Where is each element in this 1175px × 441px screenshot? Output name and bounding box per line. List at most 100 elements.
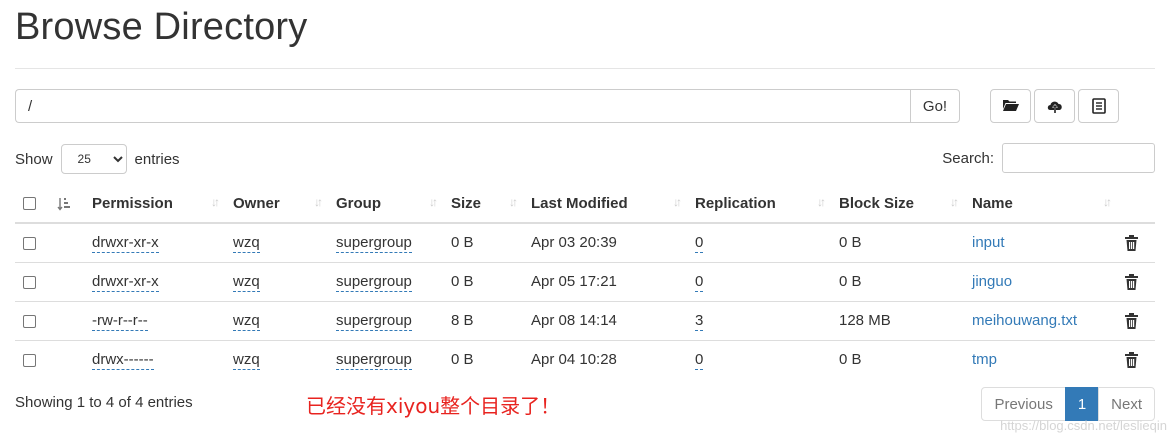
block-size-cell: 128 MB [831, 300, 964, 340]
row-checkbox[interactable] [23, 236, 36, 250]
row-checkbox[interactable] [23, 314, 36, 328]
page-length-control: Show 25 entries [15, 144, 180, 174]
replication-value[interactable]: 0 [695, 273, 704, 292]
row-spacer-cell [49, 300, 84, 340]
sort-arrows-icon: ↓↑ [950, 195, 959, 209]
sort-arrows-icon: ↓↑ [509, 195, 518, 209]
trash-icon[interactable] [1125, 274, 1138, 291]
group-value[interactable]: supergroup [336, 234, 412, 254]
name-cell: tmp [964, 339, 1117, 379]
header-permission-label: Permission [92, 194, 173, 212]
header-name[interactable]: Name ↓↑ [964, 184, 1117, 224]
sort-arrows-icon: ↓↑ [211, 195, 220, 209]
file-name-link[interactable]: tmp [972, 351, 997, 368]
sort-arrows-icon: ↓↑ [817, 195, 826, 209]
go-button[interactable]: Go! [910, 89, 960, 123]
permission-value[interactable]: drwxr-xr-x [92, 273, 159, 292]
delete-cell [1117, 300, 1155, 340]
group-cell: supergroup [328, 261, 443, 301]
trash-icon[interactable] [1125, 313, 1138, 330]
header-owner[interactable]: Owner ↓↑ [225, 184, 328, 224]
page-size-select[interactable]: 25 [60, 144, 127, 174]
owner-cell: wzq [225, 339, 328, 379]
delete-cell [1117, 223, 1155, 262]
header-group[interactable]: Group ↓↑ [328, 184, 443, 224]
group-value[interactable]: supergroup [336, 273, 412, 292]
sort-amount-icon [57, 197, 70, 211]
sort-arrows-icon: ↓↑ [429, 195, 438, 209]
owner-value[interactable]: wzq [233, 351, 260, 371]
entries-label: entries [134, 150, 180, 168]
file-name-link[interactable]: jinguo [972, 273, 1012, 290]
row-checkbox[interactable] [23, 275, 36, 289]
annotation-text: 已经没有xiyou整个目录了！ [306, 394, 561, 418]
page-title: Browse Directory [15, 6, 308, 48]
permission-cell: drwx------ [84, 339, 225, 379]
replication-cell: 0 [687, 223, 831, 262]
permission-cell: drwxr-xr-x [84, 261, 225, 301]
table-header-row: Permission ↓↑ Owner ↓↑ Group ↓↑ Size ↓↑ Last… [15, 184, 1155, 224]
group-cell: supergroup [328, 223, 443, 262]
sort-arrows-icon: ↓↑ [314, 195, 323, 209]
sort-arrows-icon: ↓↑ [1103, 195, 1112, 209]
header-size[interactable]: Size ↓↑ [443, 184, 523, 224]
row-select-cell [15, 261, 49, 301]
header-block-size[interactable]: Block Size ↓↑ [831, 184, 964, 224]
group-value[interactable]: supergroup [336, 351, 412, 371]
create-directory-button[interactable] [990, 89, 1031, 123]
show-label: Show [15, 150, 53, 168]
table-info: Showing 1 to 4 of 4 entries [15, 394, 193, 411]
table-row: drwxr-xr-x wzq supergroup 0 B Apr 05 17:21 0 0… [15, 261, 1155, 301]
pagination: Previous 1 Next [981, 387, 1155, 421]
block-size-cell: 0 B [831, 261, 964, 301]
select-all-checkbox[interactable] [23, 197, 36, 211]
size-cell: 8 B [443, 300, 523, 340]
cut-paste-button[interactable] [1078, 89, 1119, 123]
header-last-modified[interactable]: Last Modified ↓↑ [523, 184, 687, 224]
watermark: https://blog.csdn.net/leslieqin [1000, 418, 1167, 433]
trash-icon[interactable] [1125, 235, 1138, 252]
search-input[interactable] [1002, 143, 1155, 173]
path-input[interactable] [15, 89, 910, 123]
next-page-button[interactable]: Next [1098, 387, 1155, 421]
group-value[interactable]: supergroup [336, 312, 412, 331]
header-replication-label: Replication [695, 194, 776, 212]
owner-value[interactable]: wzq [233, 273, 260, 292]
folder-open-icon [1002, 100, 1019, 111]
name-cell: input [964, 223, 1117, 262]
size-cell: 0 B [443, 339, 523, 379]
header-actions [1117, 184, 1155, 224]
replication-value[interactable]: 0 [695, 351, 704, 371]
row-checkbox[interactable] [23, 353, 36, 367]
header-permission[interactable]: Permission ↓↑ [84, 184, 225, 224]
trash-icon[interactable] [1125, 352, 1138, 369]
header-last-modified-label: Last Modified [531, 194, 628, 212]
modified-cell: Apr 03 20:39 [531, 234, 617, 252]
sort-header[interactable] [49, 184, 84, 224]
permission-value[interactable]: drwx------ [92, 351, 154, 371]
list-icon [1091, 98, 1106, 114]
replication-value[interactable]: 0 [695, 234, 704, 254]
row-spacer-cell [49, 223, 84, 262]
block-size-cell: 0 B [831, 339, 964, 379]
row-spacer-cell [49, 339, 84, 379]
page-1-button[interactable]: 1 [1064, 387, 1100, 421]
permission-value[interactable]: -rw-r--r-- [92, 312, 148, 331]
header-replication[interactable]: Replication ↓↑ [687, 184, 831, 224]
group-cell: supergroup [328, 300, 443, 340]
file-name-link[interactable]: input [972, 234, 1005, 251]
modified-cell: Apr 04 10:28 [523, 339, 687, 379]
owner-cell: wzq [225, 300, 328, 340]
group-cell: supergroup [328, 339, 443, 379]
permission-cell: -rw-r--r-- [84, 300, 225, 340]
owner-value[interactable]: wzq [233, 312, 260, 331]
path-bar: Go! [15, 89, 960, 123]
owner-value[interactable]: wzq [233, 234, 260, 254]
previous-page-button[interactable]: Previous [981, 387, 1066, 421]
size-cell: 0 B [451, 234, 474, 252]
upload-button[interactable] [1034, 89, 1075, 123]
cloud-upload-icon [1047, 101, 1062, 113]
permission-value[interactable]: drwxr-xr-x [92, 234, 159, 254]
replication-value[interactable]: 3 [695, 312, 704, 331]
file-name-link[interactable]: meihouwang.txt [972, 312, 1077, 329]
